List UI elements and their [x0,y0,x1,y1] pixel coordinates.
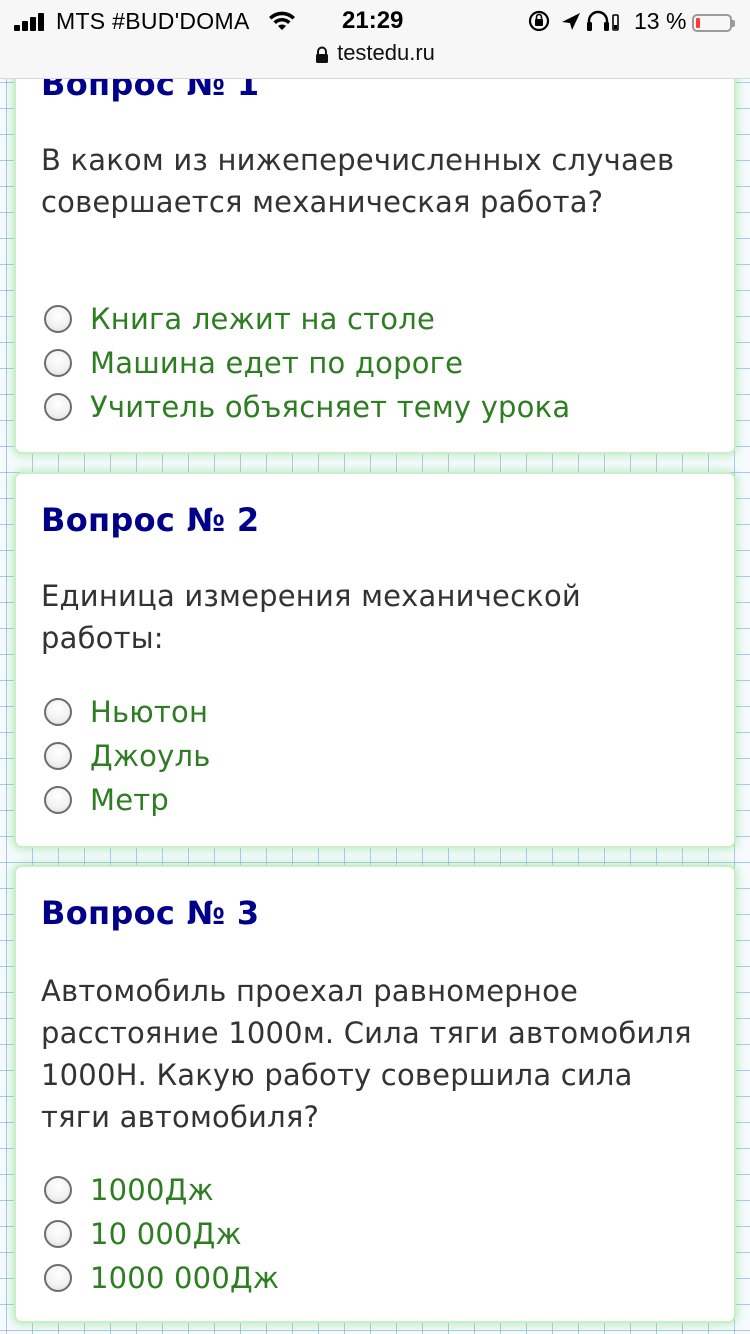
radio-button[interactable] [44,742,72,770]
battery-percent: 13 % [634,8,687,34]
browser-chrome: MTS #BUD'DOMA 21:29 13 % testedu.ru [0,0,750,79]
battery-level [696,18,700,28]
clock: 21:29 [342,7,404,34]
lock-icon [315,44,329,63]
radio-button[interactable] [44,305,72,333]
answer-label[interactable]: Машина едет по дороге [90,346,463,380]
carrier-name: MTS #BUD'DOMA [56,8,250,34]
screen-lock-rotation-icon [528,10,550,32]
answer-label[interactable]: 1000 000Дж [90,1261,279,1295]
radio-button[interactable] [44,698,72,726]
headphones-icon [587,10,609,31]
battery-small-icon [612,14,619,31]
url-text[interactable]: testedu.ru [337,40,435,66]
answer-label[interactable]: Ньютон [90,695,208,729]
radio-button[interactable] [44,1220,72,1248]
radio-button[interactable] [44,393,72,421]
answer-option[interactable]: 10 000Дж [41,1212,279,1256]
answer-option[interactable]: Учитель объясняет тему урока [41,385,570,429]
answer-option[interactable]: Ньютон [41,690,211,734]
answer-label[interactable]: 10 000Дж [90,1217,242,1251]
system-icons [528,9,628,33]
answer-option[interactable]: 1000Дж [41,1168,279,1212]
question-title: Вопрос № 3 [41,894,260,932]
radio-button[interactable] [44,349,72,377]
answer-label[interactable]: Джоуль [90,739,211,773]
answer-option[interactable]: Машина едет по дороге [41,341,570,385]
question-card-2: Вопрос № 2 Единица измерения механическо… [16,474,734,846]
answer-label[interactable]: Метр [90,783,169,817]
answer-option[interactable]: Метр [41,778,211,822]
answer-option[interactable]: Джоуль [41,734,211,778]
answer-label[interactable]: 1000Дж [90,1173,214,1207]
location-arrow-icon [562,13,580,30]
question-text: Автомобиль проехал равномерное расстояни… [41,974,692,1134]
question-title: Вопрос № 2 [41,501,260,539]
answer-options: Ньютон Джоуль Метр [41,690,211,822]
answer-option[interactable]: 1000 000Дж [41,1256,279,1300]
radio-button[interactable] [44,786,72,814]
wifi-icon [267,10,297,32]
answer-label[interactable]: Книга лежит на столе [90,302,435,336]
battery-icon [692,14,735,32]
answer-option[interactable]: Книга лежит на столе [41,297,570,341]
question-card-3: Вопрос № 3 Автомобиль проехал равномерно… [16,867,734,1321]
question-text: В каком из нижеперечисленных случаев сов… [41,143,675,219]
answer-options: Книга лежит на столе Машина едет по доро… [41,297,570,429]
question-card-1: Вопрос № 1 В каком из нижеперечисленных … [16,40,734,452]
status-bar: MTS #BUD'DOMA 21:29 13 % [0,4,750,38]
radio-button[interactable] [44,1176,72,1204]
address-bar[interactable]: testedu.ru [0,40,750,70]
signal-icon [14,13,48,31]
answer-label[interactable]: Учитель объясняет тему урока [90,390,570,424]
question-text: Единица измерения механической работы: [41,579,581,655]
answer-options: 1000Дж 10 000Дж 1000 000Дж [41,1168,279,1300]
radio-button[interactable] [44,1264,72,1292]
